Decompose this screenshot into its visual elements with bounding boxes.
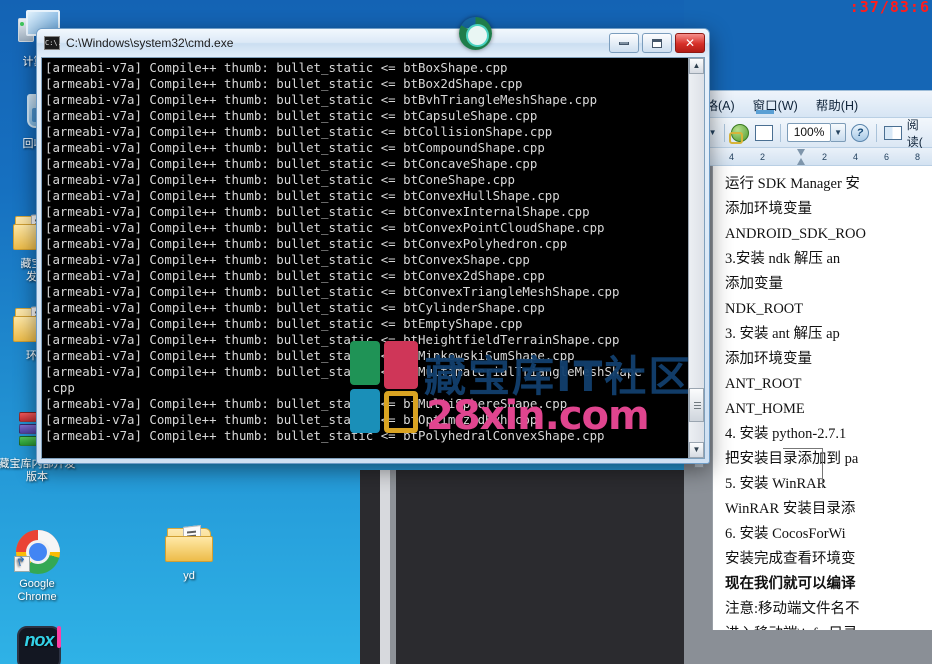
doc-line: ANT_HOME — [725, 397, 932, 422]
scroll-down-icon[interactable]: ▼ — [689, 442, 704, 458]
scroll-up-icon[interactable]: ▲ — [689, 58, 704, 74]
doc-line: ANDROID_SDK_ROO — [725, 222, 932, 247]
desktop-icon-google-chrome[interactable]: Google Chrome — [0, 528, 74, 604]
desktop-icon-label: Google Chrome — [17, 578, 56, 603]
maximize-button[interactable] — [642, 33, 672, 53]
doc-line: 注意:移动端文件名不 — [725, 597, 932, 622]
nox-icon: nox — [13, 624, 65, 664]
word-menubar[interactable]: 表格(A) 窗口(W) 帮助(H) — [684, 90, 932, 118]
doc-line: NDK_ROOT — [725, 297, 932, 322]
word-toolbar[interactable]: ↶ ▼ 100% ▼ ? 阅读( — [684, 118, 932, 148]
zoom-dropdown-icon[interactable]: ▼ — [831, 123, 846, 142]
minimize-button[interactable] — [609, 33, 639, 53]
doc-line: WinRAR 安装目录添 — [725, 497, 932, 522]
ruler-tick: 2 — [822, 152, 827, 162]
cmd-window[interactable]: C:\. C:\Windows\system32\cmd.exe ✕ [arme… — [36, 28, 710, 464]
desktop-dark-panel — [360, 470, 690, 664]
cmd-window-title: C:\Windows\system32\cmd.exe — [66, 36, 606, 50]
menu-item-help[interactable]: 帮助(H) — [807, 93, 867, 116]
page-break-corner — [783, 448, 823, 488]
doc-line: ANT_ROOT — [725, 372, 932, 397]
desktop-icon-folder-yd[interactable]: yd — [152, 520, 226, 583]
desktop-icon-nox-player[interactable]: nox — [2, 624, 76, 664]
word-window-topstrip: :37/83:6 — [684, 0, 932, 90]
close-button[interactable]: ✕ — [675, 33, 705, 53]
doc-line: 运行 SDK Manager 安 — [725, 172, 932, 197]
ruler-tick: 4 — [853, 152, 858, 162]
doc-line: 6. 安装 CocosForWi — [725, 522, 932, 547]
ruler-tick: 2 — [760, 152, 765, 162]
desktop-icon-label: yd — [183, 570, 195, 582]
doc-line: 添加环境变量 — [725, 197, 932, 222]
page-margin-bottom — [684, 630, 932, 664]
toolbar-separator — [876, 124, 877, 142]
clock-overlay: :37/83:6 — [850, 0, 930, 16]
ruler-tick: 8 — [915, 152, 920, 162]
doc-line: 现在我们就可以编译 — [725, 572, 932, 597]
reading-layout-label[interactable]: 阅读( — [907, 116, 928, 150]
insert-table-icon[interactable] — [754, 123, 774, 143]
cmd-console-body[interactable]: [armeabi-v7a] Compile++ thumb: bullet_st… — [41, 57, 705, 459]
folder-icon — [163, 520, 215, 568]
desktop-light-strip — [380, 470, 390, 664]
document-sheet[interactable]: 运行 SDK Manager 安 添加环境变量 ANDROID_SDK_ROO … — [712, 166, 932, 664]
loading-spinner-icon — [459, 17, 492, 50]
nox-icon-label: nox — [13, 634, 65, 647]
cmd-scrollbar[interactable]: ▲ ▼ — [688, 58, 704, 458]
word-window[interactable]: :37/83:6 表格(A) 窗口(W) 帮助(H) ↶ ▼ 100% ▼ ? … — [684, 0, 932, 664]
doc-line: 3. 安装 ant 解压 ap — [725, 322, 932, 347]
help-icon[interactable]: ? — [850, 123, 870, 143]
ruler-tick: 6 — [884, 152, 889, 162]
zoom-level-input[interactable]: 100% — [787, 123, 831, 142]
word-document-area[interactable]: 运行 SDK Manager 安 添加环境变量 ANDROID_SDK_ROO … — [684, 166, 932, 664]
cmd-titlebar[interactable]: C:\. C:\Windows\system32\cmd.exe ✕ — [37, 29, 709, 57]
word-ruler[interactable]: 6 4 2 2 4 6 8 — [684, 148, 932, 166]
hyperlink-icon[interactable] — [730, 123, 750, 143]
doc-line: 安装完成查看环境变 — [725, 547, 932, 572]
toolbar-separator — [724, 124, 725, 142]
doc-line: 添加变量 — [725, 272, 932, 297]
cmd-console-output: [armeabi-v7a] Compile++ thumb: bullet_st… — [45, 60, 686, 444]
doc-line: 3.安装 ndk 解压 an — [725, 247, 932, 272]
ruler-tick: 4 — [729, 152, 734, 162]
doc-line: 4. 安装 python-2.7.1 — [725, 422, 932, 447]
doc-line: 把安装目录添加到 pa — [725, 447, 932, 472]
toolbar-separator — [780, 124, 781, 142]
reading-layout-icon[interactable] — [883, 123, 903, 143]
doc-line: 添加环境变量 — [725, 347, 932, 372]
doc-line: 5. 安装 WinRAR — [725, 472, 932, 497]
menu-item-window[interactable]: 窗口(W) — [744, 93, 807, 116]
chrome-icon — [12, 528, 62, 576]
ruler-indent-marker[interactable] — [797, 149, 806, 165]
cmd-icon: C:\. — [44, 36, 60, 50]
scrollbar-thumb[interactable] — [689, 388, 704, 422]
desktop-gray-strip — [390, 470, 396, 664]
